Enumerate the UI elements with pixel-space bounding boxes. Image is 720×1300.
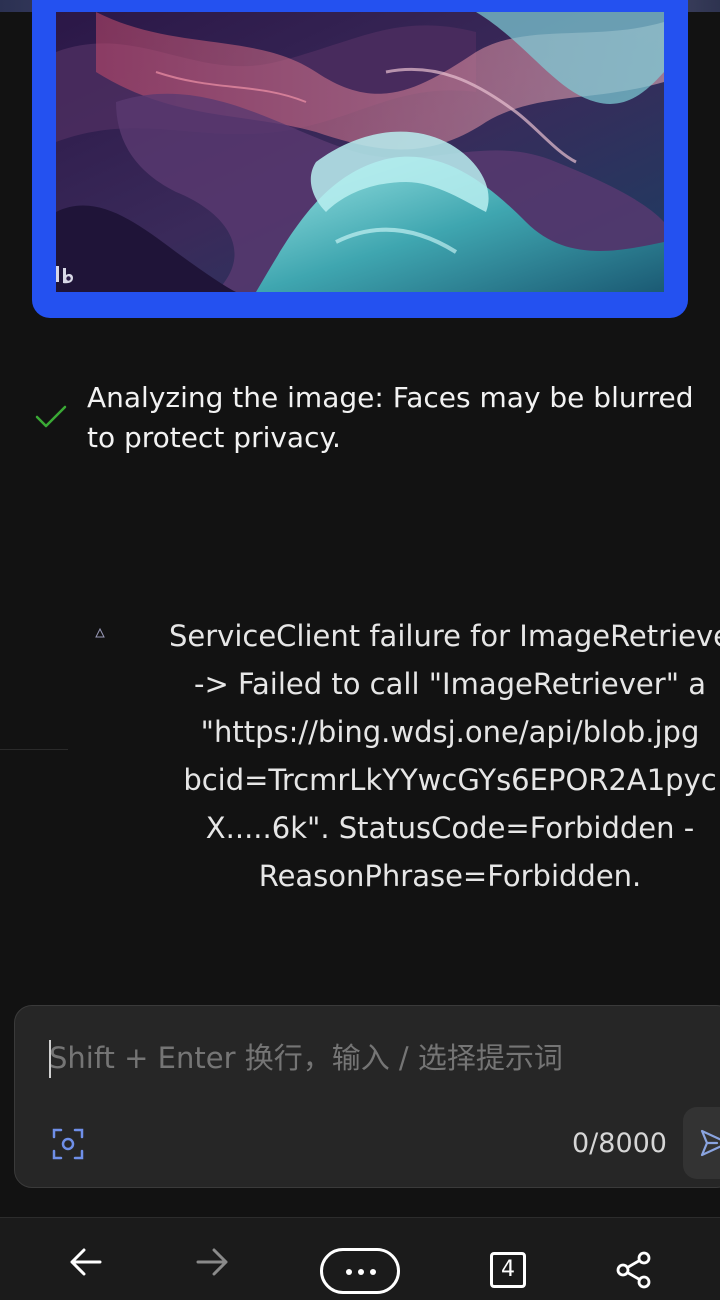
generated-image[interactable] bbox=[56, 12, 664, 292]
check-icon bbox=[35, 405, 67, 428]
browser-toolbar: 4 bbox=[0, 1217, 720, 1300]
arrow-right-icon[interactable] bbox=[192, 1240, 232, 1284]
error-line: -> Failed to call "ImageRetriever" a bbox=[193, 667, 707, 701]
image-analysis-status: Analyzing the image: Faces may be blurre… bbox=[32, 378, 712, 458]
chat-screen: Analyzing the image: Faces may be blurre… bbox=[0, 0, 720, 1300]
error-message: ServiceClient failure for ImageRetrieve -… bbox=[60, 612, 720, 900]
error-line: ServiceClient failure for ImageRetrieve bbox=[169, 619, 720, 653]
tabs-button[interactable]: 4 bbox=[490, 1252, 526, 1288]
message-composer: 0/8000 bbox=[14, 1005, 720, 1188]
status-text: Analyzing the image: Faces may be blurre… bbox=[87, 381, 694, 454]
arrow-left-icon[interactable] bbox=[66, 1240, 106, 1284]
error-line: ReasonPhrase=Forbidden. bbox=[258, 859, 642, 893]
send-button[interactable] bbox=[683, 1107, 720, 1179]
error-line: X.....6k". StatusCode=Forbidden - bbox=[205, 811, 695, 845]
bing-logo-icon bbox=[54, 262, 80, 288]
send-icon bbox=[700, 1129, 720, 1157]
scan-icon[interactable] bbox=[51, 1127, 85, 1161]
abstract-art-image bbox=[56, 12, 664, 292]
generated-image-card[interactable] bbox=[32, 0, 688, 318]
divider bbox=[0, 749, 68, 750]
message-input[interactable] bbox=[49, 1036, 689, 1080]
more-dots-icon bbox=[346, 1269, 376, 1275]
error-line: bcid=TrcmrLkYYwcGYs6EPOR2A1pyc bbox=[183, 763, 717, 797]
more-button[interactable] bbox=[320, 1248, 400, 1294]
share-icon[interactable] bbox=[614, 1250, 654, 1290]
error-line: "https://bing.wdsj.one/api/blob.jpg bbox=[200, 715, 700, 749]
char-counter: 0/8000 bbox=[572, 1128, 667, 1159]
